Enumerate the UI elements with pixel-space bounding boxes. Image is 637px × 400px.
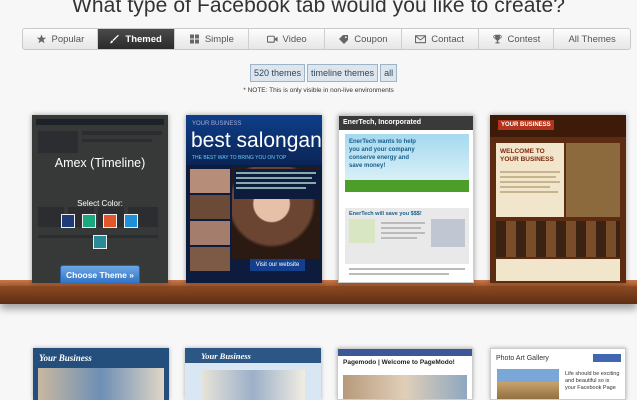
- filter-all[interactable]: all: [380, 64, 398, 82]
- tab-label: Contact: [431, 33, 464, 45]
- tab-label: Themed: [125, 33, 162, 45]
- theme-name: Amex (Timeline): [54, 156, 146, 170]
- color-swatch-navy[interactable]: [61, 214, 75, 228]
- theme-banner-text: EnerTech wants to help you and your comp…: [349, 139, 416, 169]
- tab-coupon[interactable]: Coupon: [325, 29, 402, 49]
- visit-website-button: Visit our website: [250, 259, 305, 271]
- theme-title: Photo Art Gallery: [496, 355, 549, 362]
- color-swatch-teal[interactable]: [82, 214, 96, 228]
- theme-header: EnerTech, Incorporated: [339, 116, 473, 130]
- theme-title: Your Business: [201, 351, 251, 361]
- theme-badge: YOUR BUSINESS: [498, 120, 554, 130]
- theme-brand: best salongan: [191, 129, 322, 152]
- tab-video[interactable]: Video: [249, 29, 325, 49]
- star-icon: [36, 34, 47, 44]
- theme-badge: YOUR BUSINESS: [192, 121, 242, 127]
- tab-themed[interactable]: Themed: [97, 29, 175, 49]
- theme-card-enertech[interactable]: EnerTech, Incorporated EnerTech wants to…: [338, 115, 474, 283]
- grid-icon: [189, 34, 200, 44]
- tab-contact[interactable]: Contact: [402, 29, 479, 49]
- theme-filters: 520 themes timeline themes all: [250, 64, 398, 82]
- trophy-icon: [492, 34, 503, 44]
- category-tabbar: Popular Themed Simple Video Coupon Conta…: [22, 28, 631, 50]
- select-color-label: Select Color:: [77, 199, 123, 208]
- environment-note: * NOTE: This is only visible in non-live…: [243, 87, 394, 94]
- tab-contest[interactable]: Contest: [479, 29, 555, 49]
- tab-popular[interactable]: Popular: [23, 29, 98, 49]
- color-swatch-orange[interactable]: [103, 214, 117, 228]
- color-swatch-cyan[interactable]: [93, 235, 107, 249]
- theme-card-wood[interactable]: YOUR BUSINESS WELCOME TO YOUR BUSINESS: [490, 115, 626, 283]
- filter-520-themes[interactable]: 520 themes: [250, 64, 306, 82]
- tab-label: All Themes: [568, 33, 616, 45]
- theme-text: Life should be exciting and beautiful so…: [565, 371, 620, 391]
- theme-card-salon[interactable]: YOUR BUSINESS best salongan THE BEST WAY…: [186, 115, 322, 283]
- brush-icon: [109, 34, 120, 44]
- color-swatch-blue[interactable]: [124, 214, 138, 228]
- tab-label: Coupon: [354, 33, 388, 45]
- tab-label: Popular: [51, 33, 85, 45]
- choose-theme-button[interactable]: Choose Theme »: [60, 265, 140, 283]
- theme-title: Your Business: [39, 353, 92, 363]
- theme-card-pagemodo[interactable]: Pagemodo | Welcome to PageModo!: [337, 348, 473, 400]
- boots-photo: [496, 221, 620, 257]
- tab-label: Simple: [204, 33, 234, 45]
- theme-card-amex[interactable]: Amex (Timeline) Select Color: Choose The…: [32, 115, 168, 283]
- video-camera-icon: [266, 34, 278, 44]
- theme-card-photo-gallery[interactable]: Photo Art Gallery Life should be excitin…: [490, 348, 626, 400]
- coupon-tag-icon: [338, 34, 349, 44]
- theme-tagline: THE BEST WAY TO BRING YOU ON TOP: [192, 155, 287, 161]
- envelope-icon: [415, 34, 427, 44]
- theme-card-business-light[interactable]: Your Business: [185, 348, 321, 400]
- filter-timeline-themes[interactable]: timeline themes: [307, 64, 379, 82]
- theme-card-business-blue[interactable]: Your Business: [33, 348, 169, 400]
- theme-subheading: EnerTech will save you $$$!: [349, 211, 422, 217]
- theme-title: Pagemodo | Welcome to PageModo!: [343, 359, 455, 366]
- facebook-like-icon: [593, 354, 621, 362]
- theme-welcome: WELCOME TO YOUR BUSINESS: [500, 148, 554, 163]
- tab-label: Video: [282, 33, 307, 45]
- tab-simple[interactable]: Simple: [175, 29, 250, 49]
- page-title: What type of Facebook tab would you like…: [71, 0, 566, 17]
- tab-label: Contest: [507, 33, 541, 45]
- shelf-front: [0, 286, 637, 304]
- tab-all-themes[interactable]: All Themes: [554, 29, 630, 49]
